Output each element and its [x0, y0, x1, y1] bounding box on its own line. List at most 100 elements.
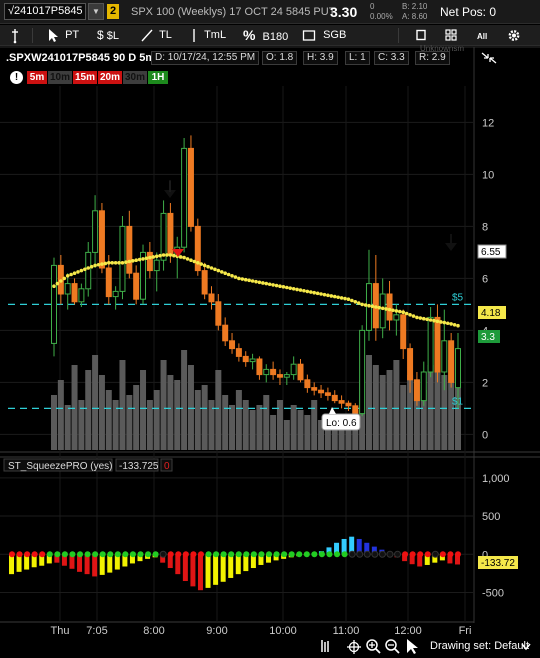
histogram-bar — [424, 554, 430, 565]
volume-bar — [201, 385, 208, 450]
info-icon[interactable]: ! — [10, 71, 23, 84]
ma-dot — [377, 305, 382, 310]
volume-bar — [386, 370, 393, 450]
ma-dot — [394, 309, 399, 313]
volume-bar — [441, 375, 448, 450]
crosshair-icon[interactable] — [347, 640, 361, 654]
ma-dot — [52, 284, 56, 289]
ma-dot — [195, 261, 200, 265]
price-axis-tick: 12 — [482, 117, 494, 129]
histogram-bar — [356, 538, 362, 555]
grid-layout-button[interactable] — [440, 28, 462, 43]
ma-dot — [404, 311, 409, 316]
indicator-axis-tick: 0 — [482, 549, 488, 561]
fibonacci-tool[interactable]: % B180 — [243, 25, 288, 46]
all-layouts-button[interactable]: All — [472, 28, 494, 43]
volume-bar — [249, 410, 256, 450]
histogram-bar — [379, 549, 385, 555]
ma-dot — [360, 302, 364, 307]
chart-symbol-period[interactable]: .SPXW241017P5845 90 D 5m — [6, 50, 155, 66]
indicator-axis: 1,000 500 0 -500 — [482, 473, 510, 600]
single-square-icon — [416, 29, 426, 41]
ma-dot — [397, 309, 402, 314]
ma-dot — [96, 262, 101, 267]
timeframe-1h[interactable]: 1H — [148, 71, 168, 84]
toolbar-menu-icon[interactable] — [8, 25, 22, 46]
candle-body — [276, 374, 283, 378]
timeframe-30m[interactable]: 30m — [123, 71, 147, 84]
collapse-arrows-icon[interactable] — [480, 50, 498, 66]
volume-bar — [400, 385, 407, 450]
timeframe-10m[interactable]: 10m — [48, 71, 72, 84]
ma-dot — [189, 258, 193, 263]
volume-bar — [407, 375, 414, 450]
symbol-header: √241017P5845 ▼ 2 SPX 100 (Weeklys) 17 OC… — [0, 0, 540, 24]
ma-dot — [206, 264, 210, 269]
ma-dot — [86, 266, 91, 270]
link-group-badge[interactable]: 2 — [107, 4, 119, 19]
chart-settings-button[interactable] — [503, 28, 525, 43]
ma-dot — [305, 289, 310, 294]
histogram-bar — [334, 542, 340, 555]
zoom-out-icon[interactable] — [385, 639, 400, 654]
histogram-bar — [175, 554, 181, 575]
timeframe-5m[interactable]: 5m — [27, 71, 47, 84]
percent-change: 0.00% — [370, 12, 393, 21]
candle-body — [57, 264, 64, 295]
vertical-line-icon — [193, 29, 195, 42]
ma-dot — [387, 307, 392, 312]
time-line-tool[interactable]: TmL — [190, 25, 230, 46]
timeframe-20m[interactable]: 20m — [98, 71, 122, 84]
symbol-dropdown-button[interactable]: ▼ — [88, 3, 104, 20]
sgb-tool[interactable]: SGB — [302, 25, 346, 46]
squeeze-histogram — [9, 536, 460, 591]
grid-icon — [445, 29, 457, 41]
histogram-bar — [46, 554, 52, 564]
ma-dot — [428, 318, 433, 322]
candle-body — [400, 314, 407, 350]
zoom-in-icon[interactable] — [366, 639, 381, 654]
last-price: 3.30 — [330, 4, 358, 20]
symbol-input[interactable]: √241017P5845 — [4, 3, 86, 20]
squeeze-dot — [137, 551, 144, 558]
ma-dot — [418, 316, 423, 320]
squeeze-dot — [378, 550, 386, 558]
ask-price: A: 8.60 — [402, 12, 428, 21]
histogram-bar — [432, 554, 438, 563]
drawing-set-label[interactable]: Drawing set: Default — [430, 640, 529, 652]
pointer-tool[interactable]: PT — [48, 25, 82, 46]
histogram-bar — [409, 554, 415, 565]
ma-dot — [353, 300, 358, 304]
single-layout-button[interactable] — [410, 28, 432, 43]
squeeze-dot — [61, 551, 68, 558]
trendline-tool[interactable]: TL — [141, 25, 173, 46]
gear-icon — [508, 30, 520, 41]
expand-icon[interactable] — [518, 636, 534, 658]
histogram-bar — [182, 554, 188, 582]
drag-icon[interactable] — [321, 640, 329, 652]
price-level-tool[interactable]: $ $L — [97, 25, 127, 46]
trendline-tool-label: TL — [159, 29, 172, 41]
squeeze-dot — [402, 551, 409, 558]
ma-dot — [445, 321, 450, 326]
indicator-title[interactable]: ST_SqueezePRO (yes) — [8, 461, 113, 472]
indicator-gridlines — [0, 477, 474, 593]
candle-body — [420, 371, 427, 402]
ma-dot — [83, 267, 87, 272]
squeeze-dot — [431, 550, 439, 558]
volume-bar — [174, 380, 181, 450]
candle-body — [318, 389, 325, 394]
candle-body — [92, 210, 99, 253]
squeeze-dot — [273, 551, 280, 558]
histogram-bar — [417, 554, 423, 567]
squeeze-dot — [92, 551, 99, 558]
ma-dot — [257, 280, 262, 285]
ma-dot — [240, 277, 245, 281]
histogram-bar — [92, 554, 98, 577]
histogram-bar — [9, 554, 14, 575]
price-axis-tick: 6 — [482, 273, 488, 285]
cursor-arrow-icon[interactable] — [407, 639, 418, 654]
ma-dot — [401, 310, 406, 315]
timeframe-15m[interactable]: 15m — [73, 71, 97, 84]
ma-dot — [216, 268, 221, 273]
